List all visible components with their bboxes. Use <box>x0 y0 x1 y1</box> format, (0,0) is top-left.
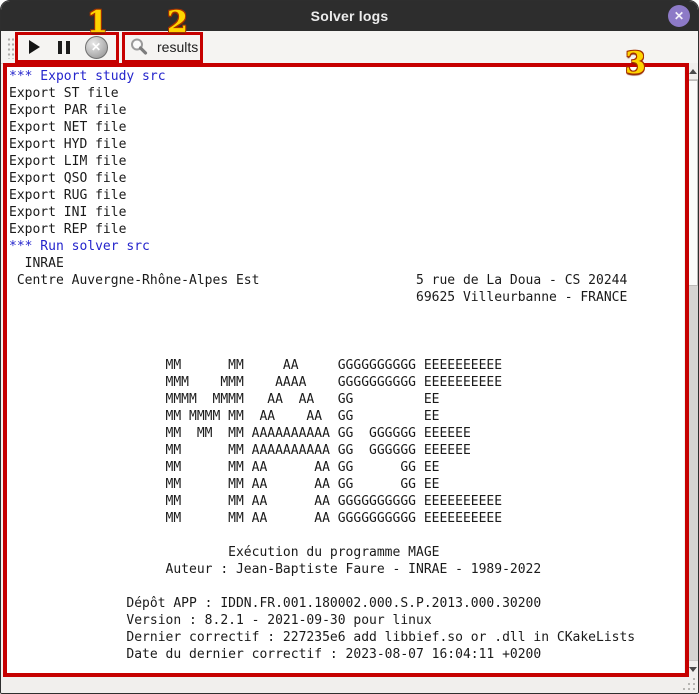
status-bar <box>1 675 698 693</box>
results-button-label: results <box>157 39 198 55</box>
search-icon <box>129 37 149 57</box>
window-title: Solver logs <box>311 8 389 24</box>
log-line: Dernier correctif : 227235e6 add libbief… <box>9 629 684 646</box>
titlebar: Solver logs ✕ <box>1 1 698 31</box>
log-viewport: *** Export study srcExport ST fileExport… <box>7 67 684 673</box>
log-line: Export PAR file <box>9 102 684 119</box>
log-line: Auteur : Jean-Baptiste Faure - INRAE - 1… <box>9 561 684 578</box>
log-line: MMM MMM AAAA GGGGGGGGGG EEEEEEEEEE <box>9 374 684 391</box>
close-icon: ✕ <box>674 9 684 23</box>
run-solver-button[interactable] <box>21 34 47 60</box>
log-line: MMMM MMMM AA AA GG EE <box>9 391 684 408</box>
log-line <box>9 323 684 340</box>
log-line: Export REP file <box>9 221 684 238</box>
log-line: 69625 Villeurbanne - FRANCE <box>9 289 684 306</box>
log-line: MM MM AA AA GG GG EE <box>9 459 684 476</box>
log-line: *** Export study src <box>9 68 684 85</box>
scroll-up-icon <box>689 69 697 74</box>
toolbar-drag-handle[interactable] <box>7 37 15 59</box>
log-line: Date du dernier correctif : 2023-08-07 1… <box>9 646 684 663</box>
toolbar: ✕ results <box>1 31 698 64</box>
pause-icon <box>58 41 70 54</box>
log-line: MM MM AA GGGGGGGGGG EEEEEEEEEE <box>9 357 684 374</box>
log-line: Export ST file <box>9 85 684 102</box>
log-line: Export RUG file <box>9 187 684 204</box>
log-line <box>9 306 684 323</box>
log-line: MM MM AA AA GG GG EE <box>9 476 684 493</box>
pause-solver-button[interactable] <box>51 34 77 60</box>
play-icon <box>29 40 40 54</box>
view-results-button[interactable]: results <box>125 34 202 60</box>
log-line: Export INI file <box>9 204 684 221</box>
log-line: MM MM AAAAAAAAAA GG GGGGGG EEEEEE <box>9 442 684 459</box>
solver-logs-window: Solver logs ✕ ✕ results *** Export study… <box>0 0 699 694</box>
log-line: MM MM AA AA GGGGGGGGGG EEEEEEEEEE <box>9 493 684 510</box>
scrollbar-thumb[interactable] <box>687 80 698 286</box>
scroll-down-icon <box>689 667 697 672</box>
scroll-up-button[interactable] <box>687 63 698 80</box>
log-line: Dépôt APP : IDDN.FR.001.180002.000.S.P.2… <box>9 595 684 612</box>
log-line: MM MMMM MM AA AA GG EE <box>9 408 684 425</box>
log-line: Exécution du programme MAGE <box>9 544 684 561</box>
log-line: Version : 8.2.1 - 2021-09-30 pour linux <box>9 612 684 629</box>
log-line: MM MM AA AA GGGGGGGGGG EEEEEEEEEE <box>9 510 684 527</box>
log-line: *** Run solver src <box>9 238 684 255</box>
log-line: Export NET file <box>9 119 684 136</box>
log-line <box>9 340 684 357</box>
log-line: Export HYD file <box>9 136 684 153</box>
log-line <box>9 578 684 595</box>
stop-icon: ✕ <box>85 36 108 59</box>
stop-solver-button[interactable]: ✕ <box>83 34 109 60</box>
log-line: Export LIM file <box>9 153 684 170</box>
log-line: INRAE <box>9 255 684 272</box>
log-line: MM MM MM AAAAAAAAAA GG GGGGGG EEEEEE <box>9 425 684 442</box>
log-output: *** Export study srcExport ST fileExport… <box>7 67 684 663</box>
vertical-scrollbar[interactable] <box>686 63 698 677</box>
log-line: Export QSO file <box>9 170 684 187</box>
close-button[interactable]: ✕ <box>668 5 690 27</box>
log-line: Centre Auvergne-Rhône-Alpes Est 5 rue de… <box>9 272 684 289</box>
resize-grip-icon[interactable] <box>683 678 695 690</box>
log-line <box>9 527 684 544</box>
